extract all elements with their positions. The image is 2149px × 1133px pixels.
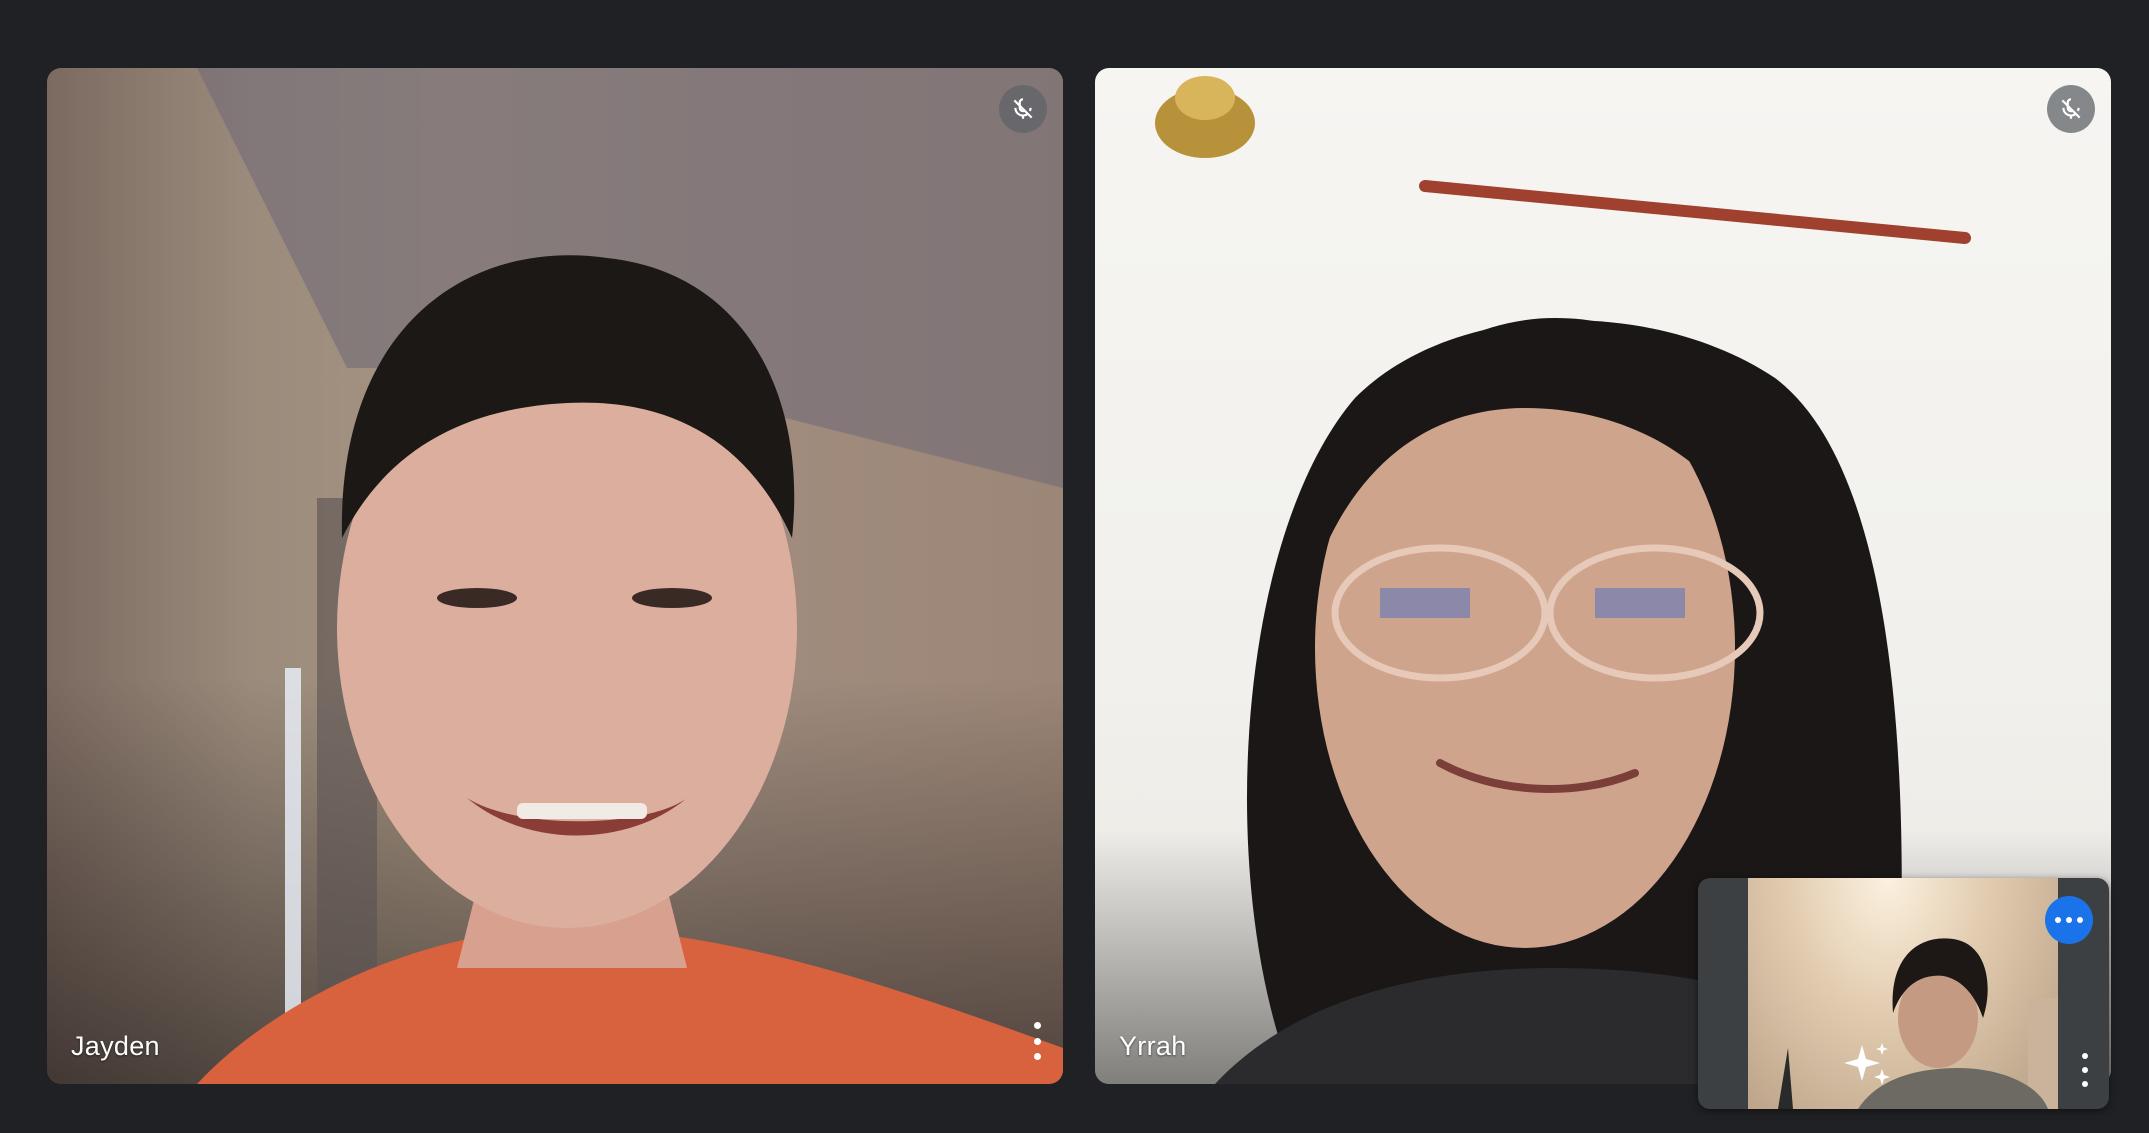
meeting-stage: Jayden Yrrah (0, 0, 2149, 1133)
mic-off-icon (2047, 85, 2095, 133)
participant-video (47, 68, 1063, 1084)
participant-tile-jayden[interactable]: Jayden (47, 68, 1063, 1084)
self-view-tile[interactable] (1698, 878, 2109, 1109)
participant-name: Jayden (71, 1031, 160, 1061)
sparkle-effects-icon[interactable] (1838, 1037, 1898, 1097)
participant-video-frame (197, 68, 1063, 1084)
more-options-icon[interactable] (2045, 896, 2093, 944)
self-video (1748, 878, 2058, 1109)
mic-off-glyph (1013, 98, 1033, 119)
mic-off-glyph (2061, 98, 2081, 119)
self-video-frame (1778, 938, 2058, 1109)
more-vert-icon[interactable] (2075, 1053, 2095, 1087)
sparkle-glyph (1844, 1043, 1890, 1085)
participant-name: Yrrah (1119, 1031, 1187, 1061)
more-vert-icon[interactable] (1025, 1022, 1049, 1060)
mic-off-icon (999, 85, 1047, 133)
